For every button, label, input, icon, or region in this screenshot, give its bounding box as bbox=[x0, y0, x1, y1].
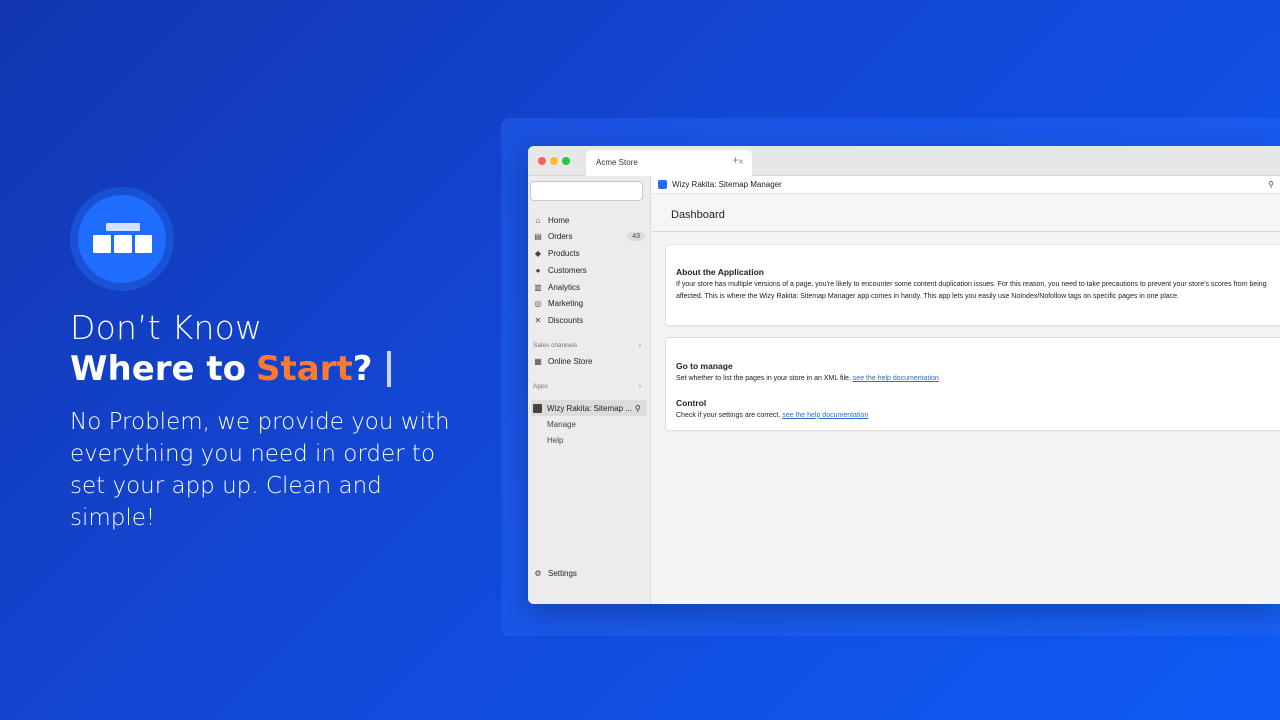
sidebar-item-app[interactable]: Wizy Rakita: Sitemap ... ⚲ bbox=[531, 400, 647, 416]
text-cursor bbox=[386, 351, 391, 387]
target-icon: ◎ bbox=[534, 298, 542, 308]
sidebar-item-label: Online Store bbox=[548, 356, 593, 366]
about-title: About the Application bbox=[676, 267, 764, 277]
browser-tab-bar: Acme Store × + bbox=[528, 146, 1280, 176]
sidebar-subitem-help[interactable]: Help bbox=[547, 436, 563, 445]
app-bar-title: Wizy Rakita: Sitemap Manager bbox=[672, 180, 782, 189]
close-tab-icon[interactable]: × bbox=[738, 157, 744, 168]
close-window-button[interactable] bbox=[538, 157, 546, 165]
tag-icon: ◆ bbox=[534, 248, 542, 258]
new-tab-icon[interactable]: + bbox=[732, 153, 739, 167]
sidebar-item-label: Marketing bbox=[548, 298, 584, 308]
sidebar-item-online-store[interactable]: ▦ Online Store bbox=[533, 354, 645, 368]
sidebar-item-customers[interactable]: ● Customers bbox=[533, 263, 645, 277]
store-icon: ▦ bbox=[534, 356, 542, 366]
search-input[interactable] bbox=[530, 181, 643, 201]
apps-header[interactable]: Apps › bbox=[533, 383, 641, 390]
sidebar-item-settings[interactable]: ⚙ Settings bbox=[533, 566, 645, 580]
sales-channels-header[interactable]: Sales channels › bbox=[533, 342, 641, 349]
sidebar-item-marketing[interactable]: ◎ Marketing bbox=[533, 296, 645, 310]
pin-icon[interactable]: ⚲ bbox=[635, 404, 641, 413]
sidebar-item-orders[interactable]: ▤ Orders 43 bbox=[533, 229, 645, 243]
manage-text: Set whether to list the pages in your st… bbox=[676, 375, 851, 382]
minimize-window-button[interactable] bbox=[550, 157, 558, 165]
app-bar: Wizy Rakita: Sitemap Manager ⚲ bbox=[652, 176, 1280, 194]
manage-text-row: Set whether to list the pages in your st… bbox=[676, 373, 1273, 385]
app-main: Wizy Rakita: Sitemap Manager ⚲ Dashboard… bbox=[652, 176, 1280, 604]
orders-icon: ▤ bbox=[534, 231, 542, 241]
page-title: Dashboard bbox=[652, 194, 1280, 232]
headline-main: Where to bbox=[70, 349, 247, 389]
control-help-link[interactable]: see the help documentation bbox=[782, 412, 868, 419]
person-icon: ● bbox=[535, 265, 541, 275]
sidebar-item-label: Analytics bbox=[548, 282, 581, 292]
app-icon bbox=[658, 180, 667, 189]
manage-card: Go to manage Set whether to list the pag… bbox=[665, 337, 1280, 431]
headline-accent: Start bbox=[256, 349, 353, 389]
bar-chart-icon: ▥ bbox=[534, 282, 542, 292]
control-text: Check if your settings are correct. bbox=[676, 411, 781, 419]
app-name: Wizy Rakita: Sitemap ... bbox=[547, 403, 632, 413]
manage-help-link[interactable]: see the help documentation bbox=[853, 375, 939, 382]
gear-icon: ⚙ bbox=[534, 568, 542, 578]
chevron-right-icon: › bbox=[638, 383, 641, 390]
sidebar-item-home[interactable]: ⌂ Home bbox=[533, 213, 645, 227]
orders-count-badge: 43 bbox=[627, 231, 645, 241]
admin-sidebar: ⌂ Home ▤ Orders 43 ◆ Products ● Customer… bbox=[528, 176, 651, 604]
sidebar-item-analytics[interactable]: ▥ Analytics bbox=[533, 280, 645, 294]
about-card: About the Application If your store has … bbox=[665, 244, 1280, 326]
sidebar-item-label: Settings bbox=[548, 568, 577, 578]
control-title: Control bbox=[676, 397, 707, 408]
maximize-window-button[interactable] bbox=[562, 157, 570, 165]
app-icon bbox=[533, 403, 542, 413]
hero-subtext: No Problem, we provide you with everythi… bbox=[70, 409, 450, 531]
section-label: Apps bbox=[533, 383, 548, 390]
headline-question: ? bbox=[352, 349, 373, 389]
sidebar-subitem-manage[interactable]: Manage bbox=[547, 420, 576, 429]
sitemap-logo-icon bbox=[78, 195, 166, 283]
headline-line-2: Where to Start ? bbox=[70, 349, 391, 389]
home-icon: ⌂ bbox=[535, 215, 541, 225]
sidebar-item-label: Products bbox=[548, 248, 580, 258]
sidebar-item-discounts[interactable]: ✕ Discounts bbox=[533, 313, 645, 327]
sidebar-item-label: Customers bbox=[548, 265, 587, 275]
discount-icon: ✕ bbox=[534, 315, 542, 325]
tab-title: Acme Store bbox=[596, 158, 638, 167]
sidebar-item-label: Orders bbox=[548, 231, 573, 241]
app-logo bbox=[70, 187, 174, 291]
control-text-row: Check if your settings are correct. see … bbox=[676, 410, 1273, 422]
sidebar-item-label: Home bbox=[548, 215, 570, 225]
sidebar-item-products[interactable]: ◆ Products bbox=[533, 246, 645, 260]
browser-window: Acme Store × + ⌂ Home ▤ Orders 43 ◆ Prod… bbox=[528, 146, 1280, 604]
pin-icon[interactable]: ⚲ bbox=[1268, 180, 1274, 189]
browser-tab[interactable]: Acme Store × bbox=[586, 150, 752, 176]
chevron-right-icon: › bbox=[638, 342, 641, 349]
about-text: If your store has multiple versions of a… bbox=[676, 281, 1267, 300]
manage-title: Go to manage bbox=[676, 361, 733, 371]
section-label: Sales channels bbox=[533, 342, 578, 349]
sidebar-item-label: Discounts bbox=[548, 315, 584, 325]
headline-line-1: Don’t Know bbox=[70, 308, 263, 347]
